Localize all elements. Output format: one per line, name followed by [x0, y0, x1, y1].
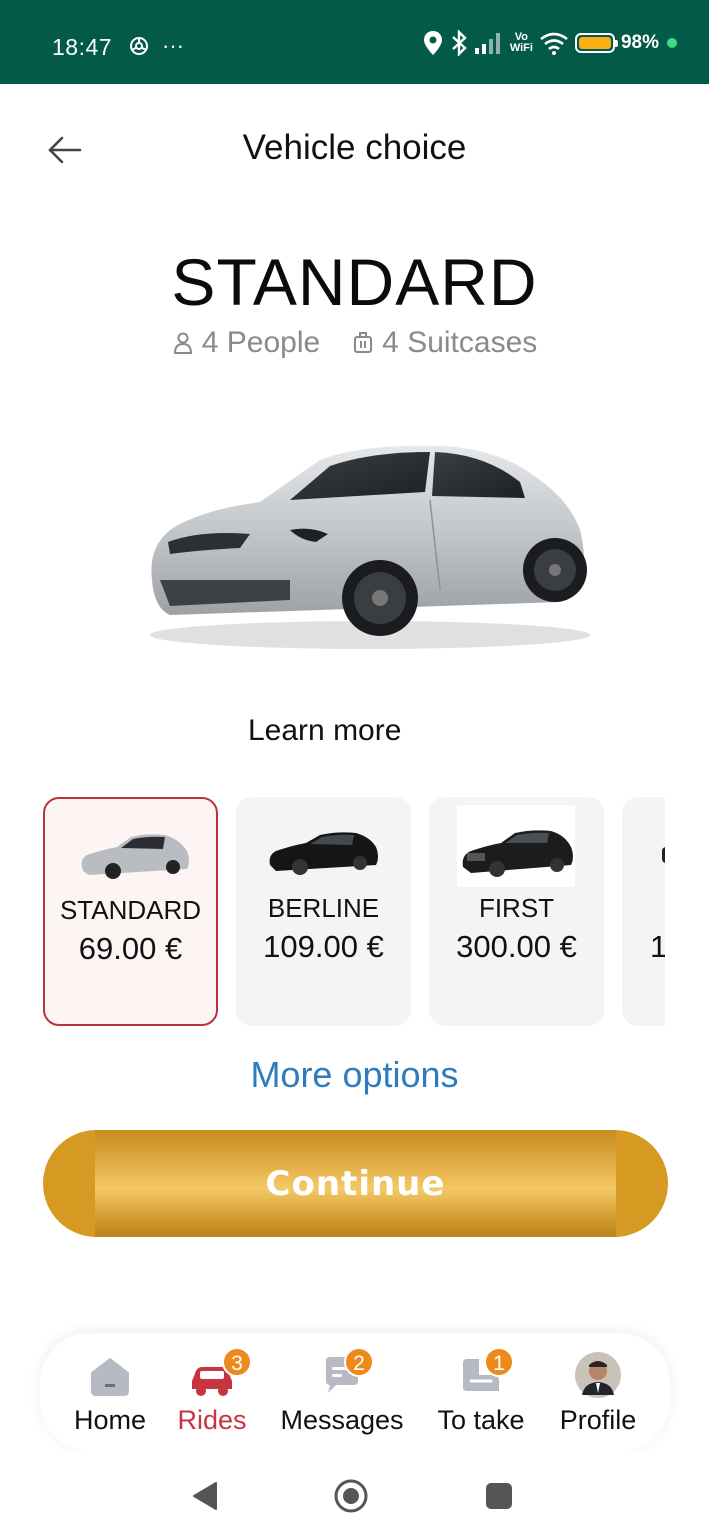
- vowifi-indicator: Vo WiFi: [510, 32, 533, 54]
- suitcase-icon: [354, 332, 373, 353]
- card-price: 1: [650, 929, 665, 964]
- status-left-icons: ···: [128, 33, 184, 59]
- openai-icon: [130, 37, 148, 55]
- nav-label: Rides: [177, 1405, 247, 1435]
- system-navigation-bar: [0, 1451, 709, 1536]
- messages-badge: 2: [344, 1347, 374, 1377]
- card-name: BERLINE: [267, 893, 380, 923]
- vehicle-card-partial[interactable]: 1: [622, 797, 665, 1026]
- nav-label: Messages: [280, 1405, 404, 1435]
- back-triangle-icon[interactable]: [188, 1479, 222, 1513]
- nav-rides[interactable]: 3 Rides: [166, 1347, 258, 1447]
- more-options-link[interactable]: More options: [0, 1054, 709, 1096]
- people-capacity: 4 People: [172, 326, 320, 360]
- vowifi-bottom: WiFi: [509, 42, 533, 54]
- continue-label: Continue: [265, 1164, 446, 1204]
- suitcase-capacity: 4 Suitcases: [352, 326, 537, 360]
- page-title: Vehicle choice: [242, 128, 467, 167]
- vehicle-name: STANDARD: [171, 245, 538, 319]
- card-name: STANDARD: [59, 895, 202, 925]
- avatar-icon: [575, 1352, 621, 1398]
- nav-home[interactable]: Home: [58, 1347, 162, 1447]
- nav-label: Profile: [559, 1405, 637, 1435]
- learn-more-link[interactable]: Learn more: [248, 714, 401, 748]
- berline-car-thumbnail: [269, 832, 378, 875]
- status-time: 18:47: [52, 34, 113, 60]
- home-icon: [91, 1358, 129, 1396]
- nav-to-take[interactable]: 1 To take: [430, 1347, 532, 1447]
- continue-button[interactable]: Continue: [43, 1130, 668, 1237]
- wifi-icon: [540, 32, 568, 55]
- nav-label: To take: [437, 1405, 525, 1435]
- card-price: 69.00 €: [78, 931, 183, 966]
- status-right-icons: Vo WiFi 98%: [422, 30, 677, 56]
- nav-messages[interactable]: 2 Messages: [274, 1347, 410, 1447]
- card-name: FIRST: [478, 893, 555, 923]
- silver-suv-image: [150, 445, 590, 649]
- card-price: 109.00 €: [263, 929, 384, 964]
- recents-square-icon[interactable]: [482, 1479, 516, 1513]
- battery-percent: 98%: [620, 32, 659, 53]
- signal-icon: [474, 33, 500, 54]
- standard-car-thumbnail: [81, 834, 189, 879]
- people-label: 4 People: [201, 326, 321, 359]
- vehicle-card-first[interactable]: FIRST 300.00 €: [429, 797, 604, 1026]
- location-icon: [423, 31, 442, 55]
- rides-badge: 3: [222, 1347, 252, 1377]
- nav-label: Home: [73, 1405, 147, 1435]
- status-more: ···: [162, 33, 184, 58]
- to-take-badge: 1: [484, 1347, 514, 1377]
- nav-profile[interactable]: Profile: [548, 1347, 648, 1447]
- vehicle-options-carousel[interactable]: STANDARD 69.00 € BERLINE 109.00 € FIRST …: [43, 797, 665, 1027]
- person-icon: [173, 332, 192, 354]
- home-circle-icon[interactable]: [334, 1479, 368, 1513]
- card-price: 300.00 €: [456, 929, 577, 964]
- first-car-thumbnail: [462, 830, 573, 877]
- privacy-dot: [667, 38, 677, 48]
- bluetooth-icon: [452, 30, 467, 56]
- partial-car-thumbnail: [662, 847, 665, 863]
- status-bar: 18:47 ··· Vo WiFi 98%: [0, 0, 709, 84]
- vehicle-card-berline[interactable]: BERLINE 109.00 €: [236, 797, 411, 1026]
- bottom-navigation: Home 3 Rides 2 Messages 1 To take Profil…: [40, 1333, 670, 1451]
- battery-icon: [574, 33, 618, 53]
- vehicle-capacity: 4 People 4 Suitcases: [0, 326, 709, 360]
- vehicle-card-standard[interactable]: STANDARD 69.00 €: [43, 797, 218, 1026]
- suitcases-label: 4 Suitcases: [382, 326, 538, 359]
